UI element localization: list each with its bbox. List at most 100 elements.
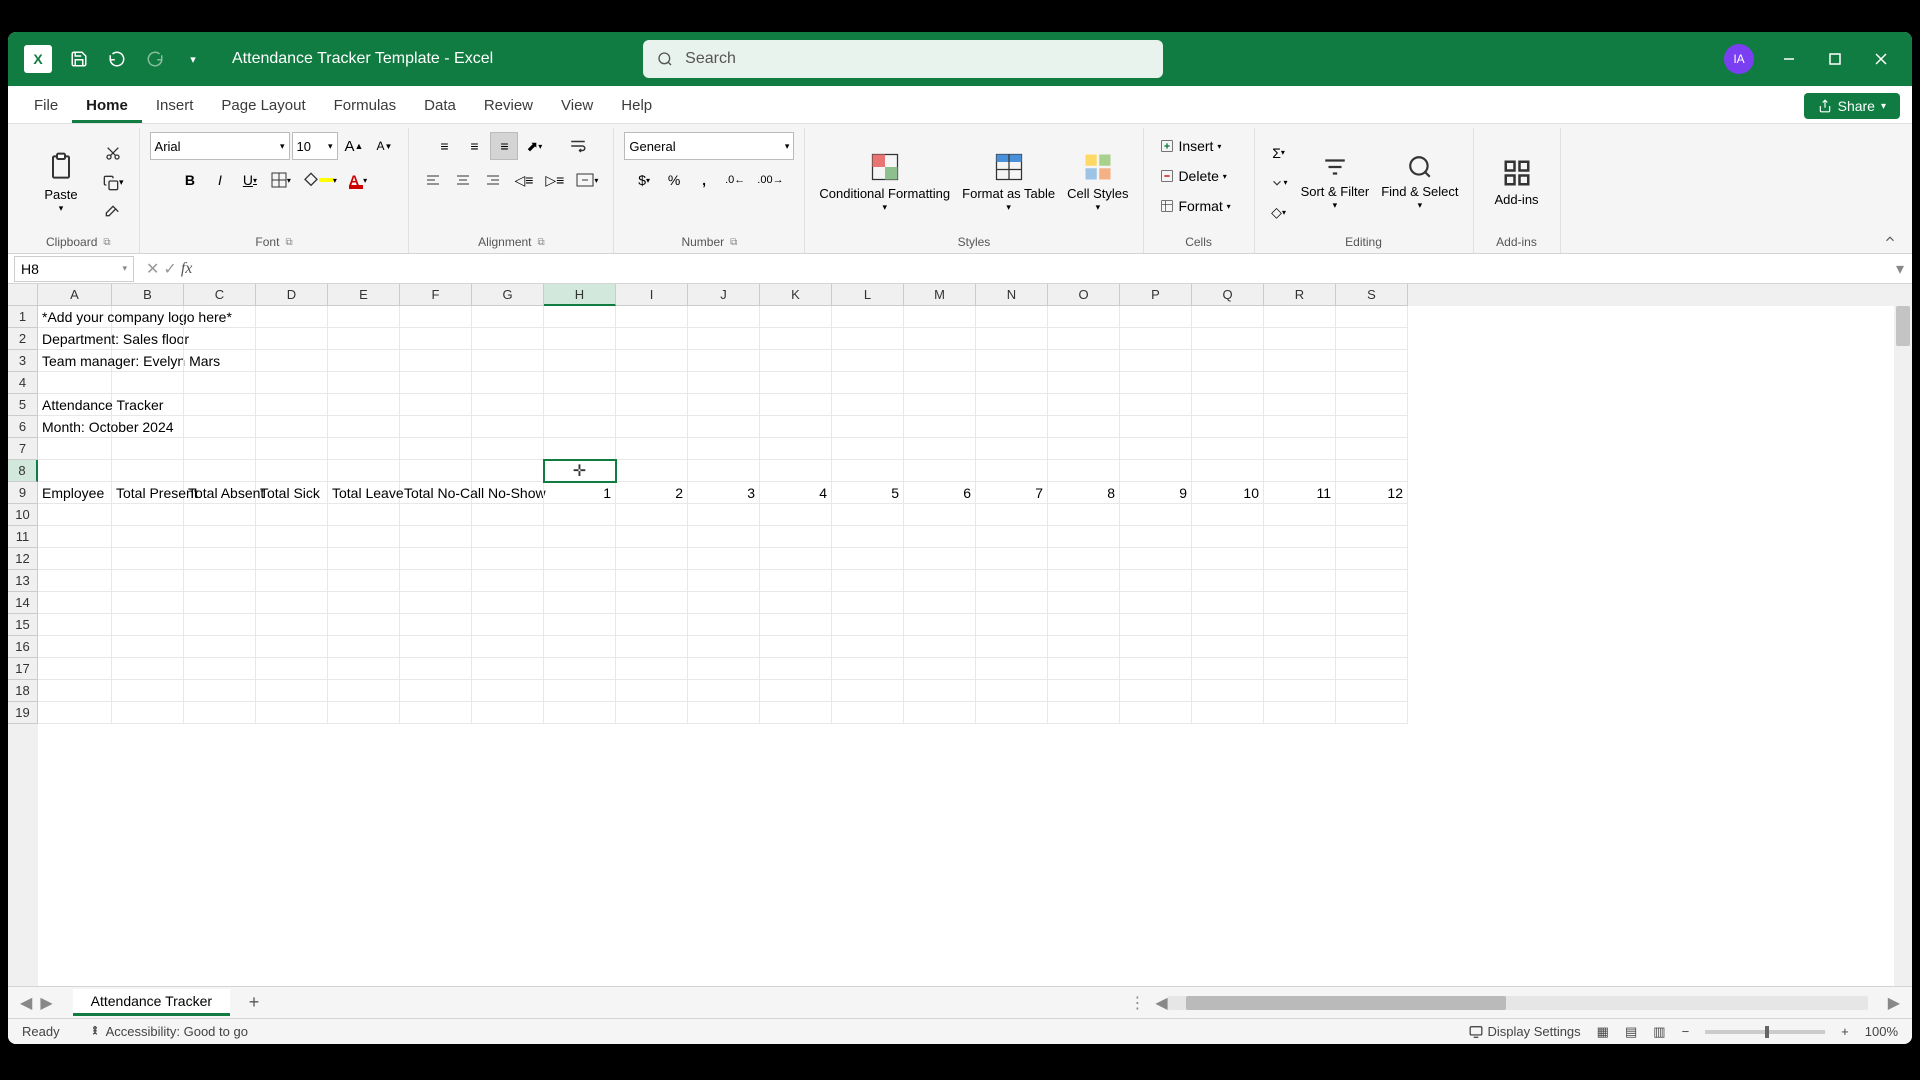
cell[interactable]	[760, 394, 832, 416]
cell[interactable]	[544, 570, 616, 592]
cell[interactable]	[544, 350, 616, 372]
cell[interactable]	[1336, 372, 1408, 394]
cell[interactable]	[688, 548, 760, 570]
cell[interactable]	[1048, 328, 1120, 350]
cell[interactable]	[112, 592, 184, 614]
cell[interactable]	[256, 350, 328, 372]
column-header[interactable]: M	[904, 284, 976, 306]
cell[interactable]	[1120, 658, 1192, 680]
cell[interactable]	[472, 350, 544, 372]
cell[interactable]	[400, 526, 472, 548]
cell[interactable]	[1264, 350, 1336, 372]
paste-button[interactable]: Paste ▾	[28, 139, 94, 227]
cell[interactable]	[832, 416, 904, 438]
cell[interactable]	[328, 350, 400, 372]
clipboard-expand[interactable]: ⧉	[103, 237, 110, 248]
cell[interactable]: 9	[1120, 482, 1192, 504]
cell[interactable]	[688, 526, 760, 548]
formula-expand-button[interactable]: ▾	[1888, 259, 1912, 279]
cell[interactable]	[904, 702, 976, 724]
cell[interactable]	[1048, 658, 1120, 680]
cell[interactable]	[256, 306, 328, 328]
cell[interactable]: 5	[832, 482, 904, 504]
cell[interactable]	[832, 592, 904, 614]
cell[interactable]	[1192, 394, 1264, 416]
cut-button[interactable]	[98, 139, 129, 167]
row-header[interactable]: 13	[8, 570, 38, 592]
cell[interactable]	[688, 680, 760, 702]
cell[interactable]	[1192, 372, 1264, 394]
row-header[interactable]: 2	[8, 328, 38, 350]
row-header[interactable]: 7	[8, 438, 38, 460]
cell[interactable]	[112, 438, 184, 460]
cell[interactable]	[38, 526, 112, 548]
cell[interactable]	[1336, 438, 1408, 460]
row-header[interactable]: 17	[8, 658, 38, 680]
cell[interactable]	[1120, 306, 1192, 328]
cell[interactable]	[904, 658, 976, 680]
cell[interactable]	[112, 702, 184, 724]
cell[interactable]	[328, 680, 400, 702]
cell[interactable]	[976, 328, 1048, 350]
cell[interactable]	[904, 680, 976, 702]
cell[interactable]	[832, 636, 904, 658]
cell[interactable]: ✛	[544, 460, 616, 482]
cell[interactable]	[832, 702, 904, 724]
user-avatar[interactable]: IA	[1724, 44, 1754, 74]
sort-filter-button[interactable]: Sort & Filter▾	[1297, 139, 1374, 227]
cell[interactable]	[1264, 394, 1336, 416]
cell[interactable]: Attendance Tracker	[38, 394, 112, 416]
cell[interactable]	[904, 614, 976, 636]
cell[interactable]	[38, 504, 112, 526]
cell[interactable]	[1192, 658, 1264, 680]
cell[interactable]	[38, 614, 112, 636]
cell[interactable]	[184, 570, 256, 592]
cell[interactable]	[1120, 702, 1192, 724]
cell[interactable]	[328, 372, 400, 394]
normal-view-button[interactable]: ▦	[1589, 1024, 1617, 1040]
column-header[interactable]: C	[184, 284, 256, 306]
cell[interactable]	[184, 504, 256, 526]
percent-format-button[interactable]: %	[660, 166, 688, 194]
cell[interactable]	[328, 328, 400, 350]
cell[interactable]	[1048, 350, 1120, 372]
tab-insert[interactable]: Insert	[142, 89, 208, 123]
wrap-text-button[interactable]	[564, 132, 592, 160]
cell[interactable]	[1192, 306, 1264, 328]
cell[interactable]	[1336, 548, 1408, 570]
cell[interactable]	[472, 416, 544, 438]
cell[interactable]	[976, 526, 1048, 548]
cell[interactable]	[616, 438, 688, 460]
cell[interactable]	[112, 350, 184, 372]
cell[interactable]	[400, 504, 472, 526]
delete-cells-button[interactable]: Delete ▾	[1154, 162, 1244, 190]
cell[interactable]	[184, 460, 256, 482]
cell[interactable]	[904, 372, 976, 394]
cell[interactable]	[688, 460, 760, 482]
cell[interactable]	[256, 504, 328, 526]
row-header[interactable]: 10	[8, 504, 38, 526]
cell[interactable]	[256, 658, 328, 680]
vertical-scrollbar[interactable]	[1894, 284, 1912, 986]
cell[interactable]	[904, 526, 976, 548]
cell[interactable]: 6	[904, 482, 976, 504]
cell[interactable]	[904, 438, 976, 460]
cell[interactable]	[1048, 614, 1120, 636]
cell[interactable]	[904, 548, 976, 570]
cell[interactable]	[256, 614, 328, 636]
cell[interactable]	[256, 438, 328, 460]
cell[interactable]	[256, 570, 328, 592]
cell[interactable]	[688, 592, 760, 614]
cell[interactable]	[832, 658, 904, 680]
cell[interactable]	[544, 394, 616, 416]
cell[interactable]	[544, 548, 616, 570]
cell[interactable]	[400, 394, 472, 416]
conditional-formatting-button[interactable]: Conditional Formatting▾	[815, 139, 954, 227]
row-header[interactable]: 18	[8, 680, 38, 702]
column-header[interactable]: J	[688, 284, 760, 306]
search-input[interactable]: Search	[643, 40, 1163, 78]
cell[interactable]	[400, 438, 472, 460]
cell[interactable]: Total Absent	[184, 482, 256, 504]
select-all-corner[interactable]	[8, 284, 38, 306]
cell-styles-button[interactable]: Cell Styles▾	[1063, 139, 1132, 227]
